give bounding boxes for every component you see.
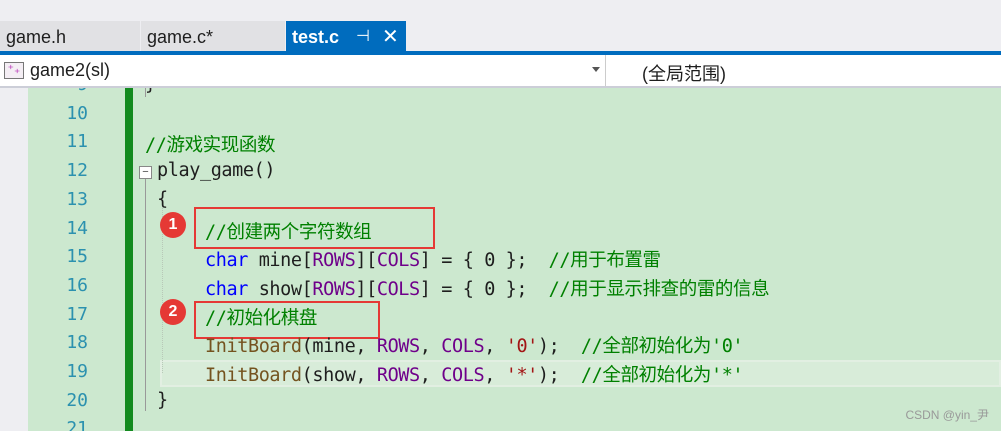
code-line: {: [157, 189, 168, 210]
line-number: 17: [66, 303, 88, 325]
annotation-badge-2: 2: [160, 299, 186, 325]
code-token-pl: ] = { 0 };: [419, 278, 549, 300]
line-number: 20: [66, 389, 88, 411]
code-token-pl: ,: [484, 365, 506, 386]
code-token-pl: ][: [355, 278, 377, 300]
line-number: 9: [28, 88, 88, 95]
line-number: 12: [66, 160, 88, 182]
code-token-pl: ,: [419, 336, 442, 358]
scope-label: (全局范围): [642, 64, 726, 84]
code-token-fn: InitBoard: [205, 365, 302, 386]
tab-label: test.c: [292, 27, 340, 47]
line-number: 13: [66, 188, 88, 210]
code-token-mac: ROWS: [312, 278, 356, 300]
code-token-pl: ,: [419, 365, 442, 386]
code-token-kw: char: [205, 250, 248, 272]
project-dropdown[interactable]: game2(sl): [30, 60, 110, 81]
line-number: 11: [66, 131, 88, 153]
code-line: InitBoard(mine, ROWS, COLS, '0'); //全部初始…: [205, 332, 744, 358]
code-token-mac: COLS: [376, 278, 420, 300]
code-line: char show[ROWS][COLS] = { 0 }; //用于显示排查的…: [205, 275, 770, 301]
code-token-mac: COLS: [376, 250, 420, 272]
code-token-cm: //全部初始化为'0': [580, 336, 744, 358]
code-line: InitBoard(show, ROWS, COLS, '*'); //全部初始…: [205, 361, 744, 387]
code-token-str: '0': [505, 336, 539, 358]
code-token-pl: );: [537, 365, 581, 386]
code-token-pl: );: [537, 336, 581, 358]
code-token-mac: ROWS: [376, 336, 420, 358]
annotation-badge-1: 1: [160, 212, 186, 238]
code-token-cm: //创建两个字符数组: [205, 221, 372, 243]
code-token-cm: //初始化棋盘: [205, 307, 317, 329]
line-number: 15: [66, 246, 88, 268]
line-number: 16: [66, 274, 88, 296]
chevron-down-icon[interactable]: [592, 67, 600, 72]
code-editor[interactable]: − 1 2 CSDN @yin_尹 9 10 11 12 13 14 15 16 17 18 19 2…: [0, 88, 1001, 431]
watermark: CSDN @yin_尹: [905, 408, 989, 422]
code-line: //创建两个字符数组: [205, 218, 372, 244]
code-line: //游戏实现函数: [145, 131, 275, 157]
scope-icon: ⁺₊: [4, 62, 24, 79]
code-token-mac: ROWS: [312, 250, 356, 272]
code-token-fn: InitBoard: [205, 336, 302, 358]
code-token-cm: //用于布置雷: [548, 250, 661, 272]
code-token-mac: COLS: [441, 365, 485, 386]
code-token-cm: //全部初始化为'*': [580, 365, 744, 386]
code-token-mac: ROWS: [376, 365, 420, 386]
code-line: }: [157, 390, 168, 411]
code-token-cm: //游戏实现函数: [145, 135, 276, 157]
code-token-id: play_game: [157, 160, 254, 182]
indicator-margin: [0, 88, 28, 431]
code-token-id: (mine,: [301, 336, 377, 358]
tab-label: game.c*: [147, 27, 214, 47]
code-token-mac: COLS: [441, 336, 485, 358]
code-token-pl: ][: [355, 250, 377, 272]
code-token-id: show[: [247, 278, 313, 300]
scope-dropdown[interactable]: (全局范围): [605, 55, 1001, 86]
code-token-pl: ,: [484, 336, 506, 358]
tab-test-c[interactable]: test.c ⊣ ✕: [286, 21, 406, 51]
line-number: 14: [66, 217, 88, 239]
code-token-pl: ] = { 0 };: [419, 250, 549, 272]
code-token-pl: }: [145, 88, 156, 95]
change-tracking-bar: [125, 88, 133, 431]
code-token-pl: (): [253, 160, 276, 182]
line-number: 21: [66, 418, 88, 431]
code-token-kw: char: [205, 278, 248, 300]
code-token-id: (show,: [301, 365, 377, 386]
line-number: 10: [66, 102, 88, 124]
code-token-pl: }: [157, 389, 168, 411]
fold-line: [145, 179, 146, 411]
line-number: 19: [66, 361, 88, 382]
navigation-bar: ⁺₊ game2(sl) (全局范围): [0, 55, 1001, 89]
code-token-pl: {: [157, 188, 168, 210]
code-line: play_game(): [157, 160, 276, 182]
tab-game-c[interactable]: game.c*: [141, 21, 285, 51]
tab-game-h[interactable]: game.h: [0, 21, 140, 51]
code-token-cm: //用于显示排查的雷的信息: [548, 278, 770, 300]
code-line: char mine[ROWS][COLS] = { 0 }; //用于布置雷: [205, 246, 661, 272]
pin-icon[interactable]: ⊣: [356, 21, 370, 53]
code-token-str: '*': [505, 365, 539, 386]
tab-label: game.h: [6, 27, 67, 47]
close-icon[interactable]: ✕: [382, 21, 399, 53]
code-line: }: [145, 88, 156, 95]
collapse-icon[interactable]: −: [139, 166, 152, 179]
tab-bar: game.h game.c* test.c ⊣ ✕: [0, 21, 1001, 51]
code-line: //初始化棋盘: [205, 304, 317, 330]
code-token-id: mine[: [247, 250, 313, 272]
line-number: 18: [66, 332, 88, 354]
